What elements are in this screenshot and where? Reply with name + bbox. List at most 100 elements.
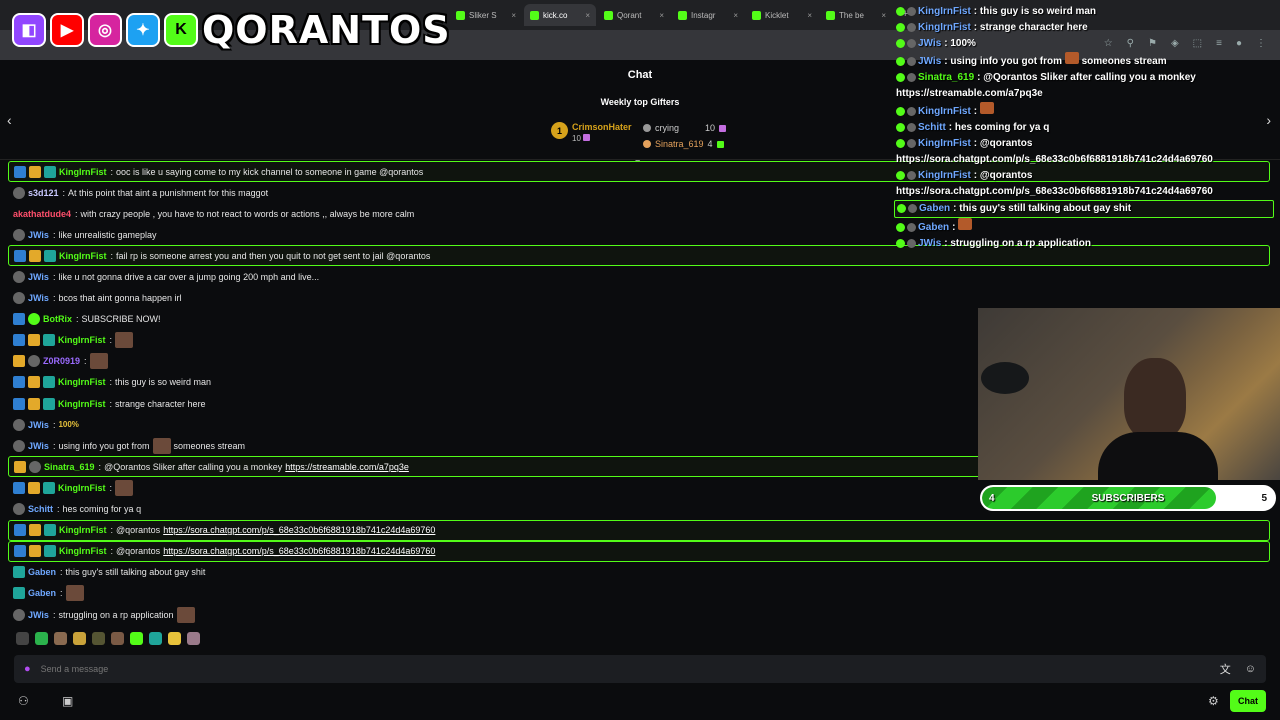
chat-send-button[interactable]: Chat	[1230, 690, 1266, 712]
close-icon[interactable]: ×	[585, 11, 590, 20]
browser-tab[interactable]: Qorant ×	[598, 4, 670, 26]
chevron-left-icon[interactable]: ‹	[7, 112, 12, 128]
chat-username[interactable]: KingIrnFist	[58, 399, 106, 409]
message-text: hes coming for ya q	[62, 504, 142, 515]
overlay-message: KingIrnFist: @qorantos https://sora.chat…	[896, 138, 1213, 165]
avatar	[643, 140, 651, 148]
chat-username[interactable]: JWis	[28, 610, 49, 620]
emote-image	[115, 479, 134, 496]
translate-icon[interactable]: 文	[1220, 661, 1231, 677]
message-text: like unrealistic gameplay	[58, 229, 157, 240]
emote-icon[interactable]	[187, 632, 200, 645]
message-text: @Qorantos Sliker after calling you a mon…	[104, 461, 283, 472]
badge-icon	[907, 138, 916, 148]
chat-username[interactable]: KingIrnFist	[59, 251, 107, 261]
message-link[interactable]: https://sora.chatgpt.com/p/s_68e33c0b6f6…	[163, 546, 435, 556]
favicon-icon	[752, 10, 761, 20]
emote-icon[interactable]	[92, 632, 105, 645]
badge-icon	[896, 106, 905, 116]
microphone-icon[interactable]: ●	[24, 663, 31, 675]
stream-chat-overlay: KingIrnFist: this guy is so weird man Kin…	[894, 4, 1274, 252]
message-input[interactable]	[40, 664, 1206, 674]
chat-username[interactable]: KingIrnFist	[59, 546, 107, 556]
close-icon[interactable]: ×	[511, 11, 516, 20]
message-text: ooc is like u saying come to my kick cha…	[116, 166, 424, 177]
chat-username[interactable]: akathatdude4	[13, 209, 71, 219]
favicon-icon	[826, 10, 835, 20]
emote-image	[1064, 52, 1079, 64]
gifter-name[interactable]: Sinatra_619	[655, 139, 704, 149]
message-link[interactable]: https://streamable.com/a7pq3e	[285, 462, 409, 472]
badge-icon	[907, 122, 916, 132]
chat-username[interactable]: BotRix	[43, 314, 72, 324]
chat-username[interactable]: KingIrnFist	[59, 525, 107, 535]
overlay-text: struggling on a rp application	[950, 238, 1091, 249]
message-link[interactable]: https://sora.chatgpt.com/p/s_68e33c0b6f6…	[163, 525, 435, 535]
chat-username[interactable]: JWis	[28, 230, 49, 240]
emote-icon[interactable]	[16, 632, 29, 645]
gift-icon[interactable]: ▣	[62, 694, 73, 708]
badge-icon	[13, 418, 25, 431]
emoji-icon[interactable]: ☺	[1245, 663, 1256, 675]
close-icon[interactable]: ×	[807, 11, 812, 20]
badge-icon	[907, 72, 916, 82]
chat-username[interactable]: JWis	[28, 272, 49, 282]
badge-icon	[28, 355, 40, 368]
chat-username[interactable]: Gaben	[28, 588, 56, 598]
badge-icon	[29, 165, 41, 178]
badge-icon	[13, 503, 25, 516]
emote-icon[interactable]	[149, 632, 162, 645]
badge-icon	[13, 587, 25, 600]
favicon-icon	[456, 10, 465, 20]
chat-message: KingIrnFist: @qorantos https://sora.chat…	[8, 540, 1270, 562]
emote-icon[interactable]	[73, 632, 86, 645]
close-icon[interactable]: ×	[659, 11, 664, 20]
overlay-username: KingIrnFist	[918, 106, 971, 117]
badge-icon	[13, 608, 25, 621]
chat-username[interactable]: Sinatra_619	[44, 462, 95, 472]
emote-icon[interactable]	[130, 632, 143, 645]
badge-icon	[13, 566, 25, 579]
gear-icon[interactable]: ⚙	[1208, 694, 1219, 708]
chat-username[interactable]: JWis	[28, 441, 49, 451]
chat-username[interactable]: KingIrnFist	[58, 377, 106, 387]
emote-icon[interactable]	[111, 632, 124, 645]
badge-icon	[896, 56, 905, 66]
browser-tab[interactable]: Kicklet ×	[746, 4, 818, 26]
chat-username[interactable]: JWis	[28, 420, 49, 430]
badge-icon	[896, 138, 905, 148]
chat-username[interactable]: Gaben	[28, 567, 56, 577]
emote-icon[interactable]	[168, 632, 181, 645]
gifter-name[interactable]: CrimsonHater	[572, 122, 632, 132]
gifter-name[interactable]: crying	[655, 123, 679, 133]
overlay-username: Gaben	[918, 222, 950, 233]
brand-name: QORANTOS	[202, 8, 451, 52]
chat-message: JWis: like u not gonna drive a car over …	[8, 266, 1270, 287]
tab-strip: Sliker S × kick.co × Qorant × Instagr × Kicklet ×…	[450, 4, 916, 26]
chat-message: JWis: bcos that aint gonna happen irl	[8, 288, 1270, 309]
emote-icon[interactable]	[35, 632, 48, 645]
chat-username[interactable]: Schitt	[28, 504, 53, 514]
chat-username[interactable]: JWis	[28, 293, 49, 303]
chat-username[interactable]: s3d121	[28, 188, 59, 198]
chat-username[interactable]: KingIrnFist	[58, 483, 106, 493]
browser-tab[interactable]: Sliker S ×	[450, 4, 522, 26]
chat-username[interactable]: KingIrnFist	[59, 167, 107, 177]
emote-icon[interactable]	[54, 632, 67, 645]
badge-icon	[44, 524, 56, 537]
tab-title: kick.co	[543, 10, 568, 20]
subgoal-target: 5	[1261, 493, 1267, 504]
badges-icon[interactable]: ⚇	[18, 694, 29, 708]
browser-tab[interactable]: kick.co ×	[524, 4, 596, 26]
browser-tab[interactable]: The be ×	[820, 4, 892, 26]
close-icon[interactable]: ×	[733, 11, 738, 20]
overlay-text: hes coming for ya q	[954, 122, 1050, 133]
overlay-text: using info you got from	[950, 56, 1063, 67]
close-icon[interactable]: ×	[881, 11, 886, 20]
overlay-text: 100%	[950, 38, 976, 49]
browser-tab[interactable]: Instagr ×	[672, 4, 744, 26]
chat-username[interactable]: Z0R0919	[43, 356, 80, 366]
chat-username[interactable]: KingIrnFist	[58, 335, 106, 345]
streamer-head	[1124, 358, 1186, 440]
chat-message: Gaben: this guy's still talking about ga…	[8, 562, 1270, 583]
